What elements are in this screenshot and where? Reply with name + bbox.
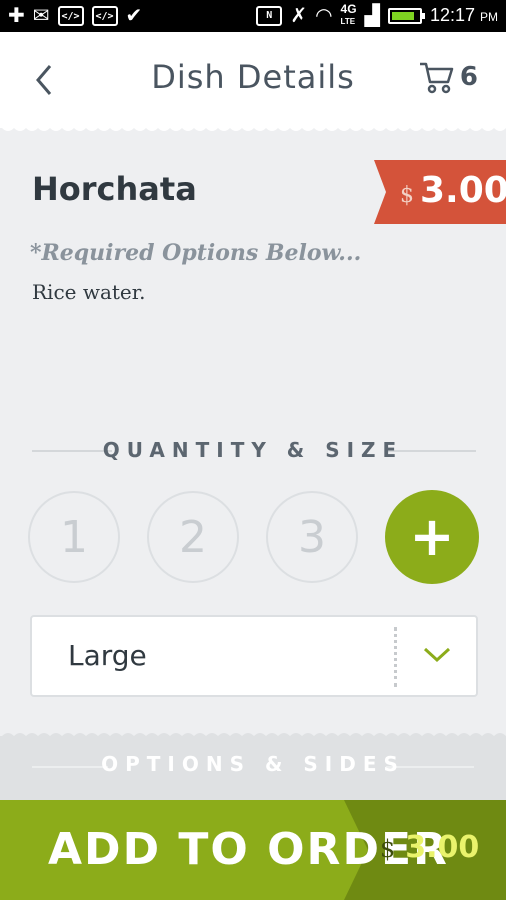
- cart-count: 6: [459, 62, 478, 92]
- app-header: Dish Details 6: [0, 32, 506, 126]
- battery-icon: [387, 7, 425, 24]
- quantity-option-3[interactable]: 3: [266, 491, 358, 583]
- order-total: $ 3.00: [380, 830, 479, 865]
- size-selected-value: Large: [68, 639, 147, 672]
- chat-check-icon: ✔: [125, 5, 143, 27]
- size-select[interactable]: Large: [30, 615, 478, 697]
- network-type: 4G LTE: [340, 2, 357, 26]
- quantity-size-label: QUANTITY & SIZE: [102, 438, 404, 462]
- clock: 12:17 PM: [429, 5, 498, 25]
- order-total-currency: $: [380, 835, 396, 863]
- code-icon: </>: [57, 6, 84, 26]
- order-total-value: 3.00: [405, 830, 480, 865]
- dish-name: Horchata: [32, 170, 197, 208]
- select-divider: [394, 627, 397, 687]
- cart-icon: [419, 62, 454, 94]
- quantity-option-2[interactable]: 2: [147, 491, 239, 583]
- signal-icon: ▟: [364, 4, 380, 27]
- price-tag: $ 3.00: [374, 160, 506, 224]
- notification-icons: ✚ ✉ </> </> ✔: [8, 5, 142, 27]
- bluetooth-off-icon: ✗: [290, 4, 308, 27]
- wifi-icon: ◠: [315, 4, 333, 27]
- price-value: 3.00: [420, 170, 506, 211]
- nfc-icon: N: [256, 5, 283, 26]
- required-note: *Required Options Below...: [30, 240, 362, 266]
- quantity-option-1[interactable]: 1: [28, 491, 120, 583]
- status-bar: ✚ ✉ </> </> ✔ N ✗ ◠ 4G LTE ▟ 12:17 PM: [0, 0, 506, 32]
- plus-icon: +: [409, 505, 455, 568]
- options-sides-band: OPTIONS & SIDES: [0, 736, 506, 806]
- quantity-more-button[interactable]: +: [385, 490, 479, 584]
- system-icons: N ✗ ◠ 4G LTE ▟ 12:17 PM: [256, 2, 498, 27]
- mail-icon: ✉: [32, 5, 50, 27]
- options-sides-label: OPTIONS & SIDES: [101, 752, 405, 776]
- add-to-order-button[interactable]: ADD TO ORDER $ 3.00: [0, 800, 506, 900]
- add-icon: ✚: [8, 5, 25, 27]
- price-currency: $: [400, 183, 414, 208]
- chevron-down-icon: [423, 647, 451, 663]
- code-icon: </>: [91, 6, 118, 26]
- header-scallop: [0, 124, 506, 131]
- cart-button[interactable]: 6: [418, 60, 478, 94]
- band-scallop: [0, 733, 506, 740]
- dish-description: Rice water.: [32, 280, 146, 304]
